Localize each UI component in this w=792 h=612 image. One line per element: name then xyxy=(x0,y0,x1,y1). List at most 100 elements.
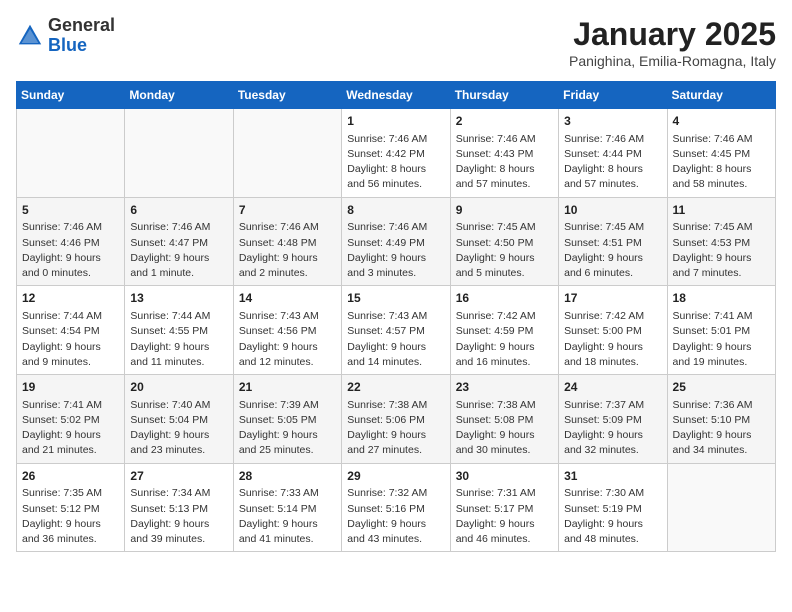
calendar-cell: 24 Sunrise: 7:37 AMSunset: 5:09 PMDayligh… xyxy=(559,375,667,464)
day-number: 13 xyxy=(130,290,227,307)
day-number: 26 xyxy=(22,468,119,485)
location: Panighina, Emilia-Romagna, Italy xyxy=(569,53,776,69)
logo-icon xyxy=(16,22,44,50)
weekday-header: Tuesday xyxy=(233,82,341,109)
day-number: 28 xyxy=(239,468,336,485)
day-info: Sunrise: 7:42 AMSunset: 4:59 PMDaylight:… xyxy=(456,309,553,370)
day-number: 15 xyxy=(347,290,444,307)
day-info: Sunrise: 7:40 AMSunset: 5:04 PMDaylight:… xyxy=(130,398,227,459)
day-info: Sunrise: 7:46 AMSunset: 4:45 PMDaylight:… xyxy=(673,132,770,193)
weekday-header: Friday xyxy=(559,82,667,109)
calendar-cell: 11Sunrise: 7:45 AMSunset: 4:53 PMDayligh… xyxy=(667,197,775,286)
day-info: Sunrise: 7:39 AMSunset: 5:05 PMDaylight:… xyxy=(239,398,336,459)
day-info: Sunrise: 7:38 AMSunset: 5:08 PMDaylight:… xyxy=(456,398,553,459)
calendar: SundayMondayTuesdayWednesdayThursdayFrid… xyxy=(16,81,776,552)
day-info: Sunrise: 7:44 AMSunset: 4:55 PMDaylight:… xyxy=(130,309,227,370)
day-number: 9 xyxy=(456,202,553,219)
calendar-cell: 10Sunrise: 7:45 AMSunset: 4:51 PMDayligh… xyxy=(559,197,667,286)
day-info: Sunrise: 7:30 AMSunset: 5:19 PMDaylight:… xyxy=(564,486,661,547)
calendar-cell xyxy=(233,109,341,198)
day-number: 5 xyxy=(22,202,119,219)
calendar-cell: 19 Sunrise: 7:41 AMSunset: 5:02 PMDayligh… xyxy=(17,375,125,464)
day-info: Sunrise: 7:35 AMSunset: 5:12 PMDaylight:… xyxy=(22,486,119,547)
calendar-cell: 14 Sunrise: 7:43 AMSunset: 4:56 PMDayligh… xyxy=(233,286,341,375)
day-info: Sunrise: 7:46 AMSunset: 4:46 PMDaylight:… xyxy=(22,220,119,281)
day-number: 3 xyxy=(564,113,661,130)
calendar-cell: 26Sunrise: 7:35 AMSunset: 5:12 PMDayligh… xyxy=(17,463,125,552)
day-number: 20 xyxy=(130,379,227,396)
calendar-cell: 28Sunrise: 7:33 AMSunset: 5:14 PMDayligh… xyxy=(233,463,341,552)
calendar-week-row: 26Sunrise: 7:35 AMSunset: 5:12 PMDayligh… xyxy=(17,463,776,552)
calendar-cell: 2Sunrise: 7:46 AMSunset: 4:43 PMDaylight… xyxy=(450,109,558,198)
day-info: Sunrise: 7:45 AMSunset: 4:53 PMDaylight:… xyxy=(673,220,770,281)
calendar-week-row: 5Sunrise: 7:46 AMSunset: 4:46 PMDaylight… xyxy=(17,197,776,286)
day-number: 16 xyxy=(456,290,553,307)
day-info: Sunrise: 7:46 AMSunset: 4:48 PMDaylight:… xyxy=(239,220,336,281)
calendar-cell: 3 Sunrise: 7:46 AMSunset: 4:44 PMDaylight… xyxy=(559,109,667,198)
day-info: Sunrise: 7:42 AMSunset: 5:00 PMDaylight:… xyxy=(564,309,661,370)
calendar-cell: 20 Sunrise: 7:40 AMSunset: 5:04 PMDayligh… xyxy=(125,375,233,464)
calendar-cell: 21 Sunrise: 7:39 AMSunset: 5:05 PMDayligh… xyxy=(233,375,341,464)
day-number: 11 xyxy=(673,202,770,219)
calendar-cell: 27Sunrise: 7:34 AMSunset: 5:13 PMDayligh… xyxy=(125,463,233,552)
day-info: Sunrise: 7:43 AMSunset: 4:56 PMDaylight:… xyxy=(239,309,336,370)
day-number: 10 xyxy=(564,202,661,219)
weekday-header: Thursday xyxy=(450,82,558,109)
day-info: Sunrise: 7:46 AMSunset: 4:49 PMDaylight:… xyxy=(347,220,444,281)
calendar-header-row: SundayMondayTuesdayWednesdayThursdayFrid… xyxy=(17,82,776,109)
day-number: 8 xyxy=(347,202,444,219)
title-block: January 2025 Panighina, Emilia-Romagna, … xyxy=(569,16,776,69)
weekday-header: Saturday xyxy=(667,82,775,109)
day-number: 14 xyxy=(239,290,336,307)
day-number: 31 xyxy=(564,468,661,485)
calendar-cell: 30Sunrise: 7:31 AMSunset: 5:17 PMDayligh… xyxy=(450,463,558,552)
weekday-header: Wednesday xyxy=(342,82,450,109)
calendar-cell: 1 Sunrise: 7:46 AMSunset: 4:42 PMDaylight… xyxy=(342,109,450,198)
calendar-cell xyxy=(667,463,775,552)
day-info: Sunrise: 7:46 AMSunset: 4:42 PMDaylight:… xyxy=(347,132,444,193)
calendar-cell: 22Sunrise: 7:38 AMSunset: 5:06 PMDayligh… xyxy=(342,375,450,464)
calendar-cell: 18Sunrise: 7:41 AMSunset: 5:01 PMDayligh… xyxy=(667,286,775,375)
calendar-cell: 7Sunrise: 7:46 AMSunset: 4:48 PMDaylight… xyxy=(233,197,341,286)
calendar-cell: 13 Sunrise: 7:44 AMSunset: 4:55 PMDayligh… xyxy=(125,286,233,375)
day-info: Sunrise: 7:44 AMSunset: 4:54 PMDaylight:… xyxy=(22,309,119,370)
page-header: General Blue January 2025 Panighina, Emi… xyxy=(16,16,776,69)
day-info: Sunrise: 7:31 AMSunset: 5:17 PMDaylight:… xyxy=(456,486,553,547)
day-number: 19 xyxy=(22,379,119,396)
day-number: 12 xyxy=(22,290,119,307)
day-info: Sunrise: 7:46 AMSunset: 4:44 PMDaylight:… xyxy=(564,132,661,193)
day-number: 2 xyxy=(456,113,553,130)
calendar-cell: 17Sunrise: 7:42 AMSunset: 5:00 PMDayligh… xyxy=(559,286,667,375)
day-number: 1 xyxy=(347,113,444,130)
day-number: 23 xyxy=(456,379,553,396)
calendar-cell: 4 Sunrise: 7:46 AMSunset: 4:45 PMDaylight… xyxy=(667,109,775,198)
day-info: Sunrise: 7:41 AMSunset: 5:02 PMDaylight:… xyxy=(22,398,119,459)
day-number: 6 xyxy=(130,202,227,219)
calendar-cell: 16 Sunrise: 7:42 AMSunset: 4:59 PMDayligh… xyxy=(450,286,558,375)
calendar-cell: 5Sunrise: 7:46 AMSunset: 4:46 PMDaylight… xyxy=(17,197,125,286)
calendar-week-row: 19 Sunrise: 7:41 AMSunset: 5:02 PMDayligh… xyxy=(17,375,776,464)
logo: General Blue xyxy=(16,16,115,56)
day-info: Sunrise: 7:46 AMSunset: 4:47 PMDaylight:… xyxy=(130,220,227,281)
month-title: January 2025 xyxy=(569,16,776,53)
day-info: Sunrise: 7:41 AMSunset: 5:01 PMDaylight:… xyxy=(673,309,770,370)
day-number: 7 xyxy=(239,202,336,219)
calendar-cell: 29Sunrise: 7:32 AMSunset: 5:16 PMDayligh… xyxy=(342,463,450,552)
day-info: Sunrise: 7:32 AMSunset: 5:16 PMDaylight:… xyxy=(347,486,444,547)
calendar-cell: 6Sunrise: 7:46 AMSunset: 4:47 PMDaylight… xyxy=(125,197,233,286)
day-info: Sunrise: 7:37 AMSunset: 5:09 PMDaylight:… xyxy=(564,398,661,459)
calendar-week-row: 1 Sunrise: 7:46 AMSunset: 4:42 PMDaylight… xyxy=(17,109,776,198)
logo-text: General Blue xyxy=(48,16,115,56)
calendar-cell: 8Sunrise: 7:46 AMSunset: 4:49 PMDaylight… xyxy=(342,197,450,286)
day-info: Sunrise: 7:43 AMSunset: 4:57 PMDaylight:… xyxy=(347,309,444,370)
calendar-cell: 31Sunrise: 7:30 AMSunset: 5:19 PMDayligh… xyxy=(559,463,667,552)
weekday-header: Monday xyxy=(125,82,233,109)
day-number: 4 xyxy=(673,113,770,130)
day-number: 22 xyxy=(347,379,444,396)
day-number: 21 xyxy=(239,379,336,396)
calendar-cell: 15 Sunrise: 7:43 AMSunset: 4:57 PMDayligh… xyxy=(342,286,450,375)
day-number: 24 xyxy=(564,379,661,396)
day-info: Sunrise: 7:45 AMSunset: 4:51 PMDaylight:… xyxy=(564,220,661,281)
calendar-cell xyxy=(17,109,125,198)
calendar-cell: 25Sunrise: 7:36 AMSunset: 5:10 PMDayligh… xyxy=(667,375,775,464)
